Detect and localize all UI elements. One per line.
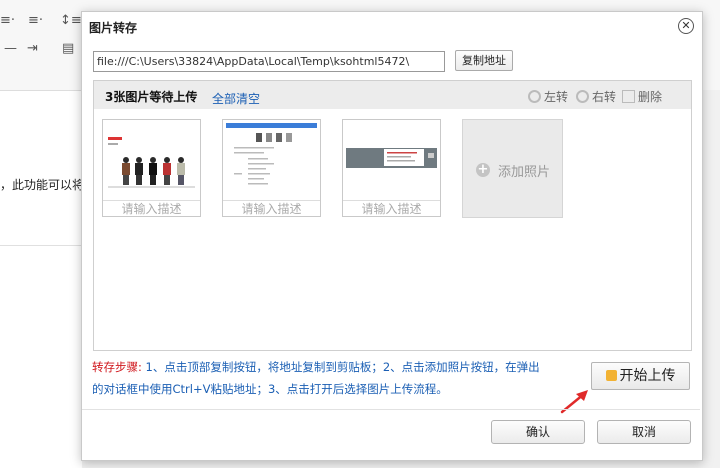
clear-all-link[interactable]: 全部清空 bbox=[212, 90, 260, 107]
steps-description: 1、点击顶部复制按钮，将地址复制到剪贴板；2、点击添加照片按钮，在弹出的对话框中… bbox=[92, 360, 540, 396]
pointer-arrow-icon bbox=[560, 390, 588, 414]
indent-icon[interactable]: ⇥ bbox=[27, 41, 38, 56]
pending-count-label: 3张图片等待上传 bbox=[105, 90, 198, 104]
thumbnail-description-input[interactable]: 请输入描述 bbox=[103, 200, 200, 217]
start-upload-label: 开始上传 bbox=[619, 368, 676, 384]
align-dropdown-icon[interactable]: ≡· bbox=[0, 13, 15, 28]
copy-address-button[interactable]: 复制地址 bbox=[455, 50, 513, 71]
rotate-left-icon bbox=[528, 90, 541, 103]
confirm-button[interactable]: 确认 bbox=[491, 420, 585, 444]
image-thumbnail[interactable]: 请输入描述 bbox=[342, 119, 441, 217]
add-photo-button[interactable]: + 添加照片 bbox=[462, 119, 563, 218]
line-spacing-icon[interactable]: ↕≡ bbox=[60, 13, 82, 28]
editor-body-text: ，此功能可以将 bbox=[0, 178, 85, 192]
thumbnail-image bbox=[106, 123, 197, 194]
panel-header: 3张图片等待上传 全部清空 左转 右转 删除 bbox=[94, 81, 691, 109]
local-path-input[interactable] bbox=[93, 51, 445, 72]
thumbnail-description-input[interactable]: 请输入描述 bbox=[343, 200, 440, 217]
cancel-button[interactable]: 取消 bbox=[597, 420, 691, 444]
editor-content[interactable] bbox=[0, 91, 82, 468]
add-photo-label: 添加照片 bbox=[498, 165, 551, 180]
delete-button[interactable]: 删除 bbox=[622, 88, 662, 105]
rotate-right-label: 右转 bbox=[592, 90, 617, 104]
delete-icon bbox=[622, 90, 635, 103]
close-icon[interactable]: ✕ bbox=[678, 18, 694, 34]
plus-icon: + bbox=[476, 162, 490, 177]
rotate-right-button[interactable]: 右转 bbox=[576, 88, 616, 105]
horizontal-rule-icon[interactable]: — bbox=[4, 41, 17, 56]
footer-divider bbox=[82, 409, 700, 410]
rotate-right-icon bbox=[576, 90, 589, 103]
thumbnail-image bbox=[346, 123, 437, 194]
rotate-left-button[interactable]: 左转 bbox=[528, 88, 568, 105]
image-thumbnail[interactable]: 请输入描述 bbox=[222, 119, 321, 217]
editor-separator bbox=[0, 245, 82, 246]
print-icon[interactable]: ▤ bbox=[62, 41, 74, 56]
rotate-left-label: 左转 bbox=[544, 90, 569, 104]
thumbnail-image bbox=[226, 123, 317, 194]
indent-dropdown-icon[interactable]: ≡· bbox=[28, 13, 43, 28]
thumbnail-description-input[interactable]: 请输入描述 bbox=[223, 200, 320, 217]
transfer-steps-text: 转存步骤: 1、点击顶部复制按钮，将地址复制到剪贴板；2、点击添加照片按钮，在弹… bbox=[92, 356, 547, 400]
upload-icon bbox=[605, 370, 617, 381]
upload-panel: 3张图片等待上传 全部清空 左转 右转 删除 请输入描述 请输入描述 请输入描述… bbox=[93, 80, 692, 351]
steps-label: 转存步骤: bbox=[92, 360, 142, 374]
start-upload-button[interactable]: 开始上传 bbox=[591, 362, 690, 390]
delete-label: 删除 bbox=[638, 90, 663, 104]
image-thumbnail[interactable]: 请输入描述 bbox=[102, 119, 201, 217]
dialog-title: 图片转存 bbox=[89, 21, 138, 35]
image-transfer-dialog: 图片转存 ✕ 复制地址 3张图片等待上传 全部清空 左转 右转 删除 bbox=[81, 11, 703, 461]
